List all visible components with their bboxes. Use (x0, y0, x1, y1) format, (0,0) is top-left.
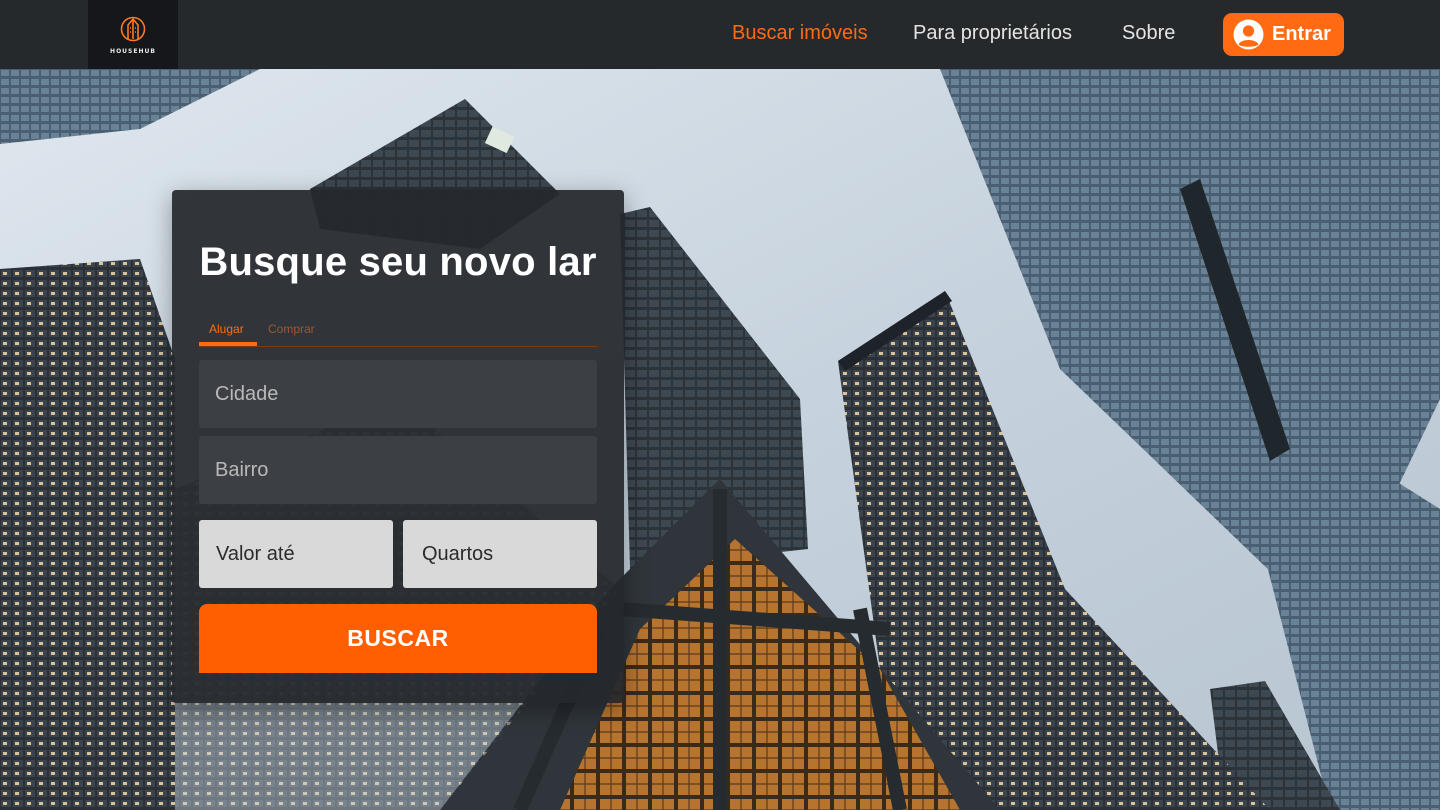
user-circle-icon (1233, 19, 1264, 50)
search-card: Busque seu novo lar Alugar Comprar BUSCA… (172, 190, 624, 703)
search-tabs: Alugar Comprar (199, 320, 597, 347)
rooms-input[interactable] (403, 520, 597, 588)
tab-alugar[interactable]: Alugar (209, 322, 244, 336)
nav-buscar-imoveis[interactable]: Buscar imóveis (732, 22, 868, 45)
district-input[interactable] (199, 436, 597, 504)
max-price-input[interactable] (199, 520, 393, 588)
househub-logo[interactable]: HOUSEHUB (88, 0, 178, 69)
building-logo-icon (120, 16, 146, 42)
search-button[interactable]: BUSCAR (199, 604, 597, 673)
active-tab-indicator (199, 342, 257, 346)
city-input[interactable] (199, 360, 597, 428)
login-button-label: Entrar (1272, 23, 1331, 45)
nav-sobre[interactable]: Sobre (1122, 22, 1175, 45)
top-navbar: HOUSEHUB Buscar imóveis Para proprietári… (0, 0, 1440, 69)
search-title: Busque seu novo lar (199, 240, 597, 284)
tab-comprar[interactable]: Comprar (268, 322, 315, 336)
logo-text: HOUSEHUB (110, 48, 156, 55)
nav-para-proprietarios[interactable]: Para proprietários (913, 22, 1072, 45)
login-button[interactable]: Entrar (1223, 13, 1344, 56)
